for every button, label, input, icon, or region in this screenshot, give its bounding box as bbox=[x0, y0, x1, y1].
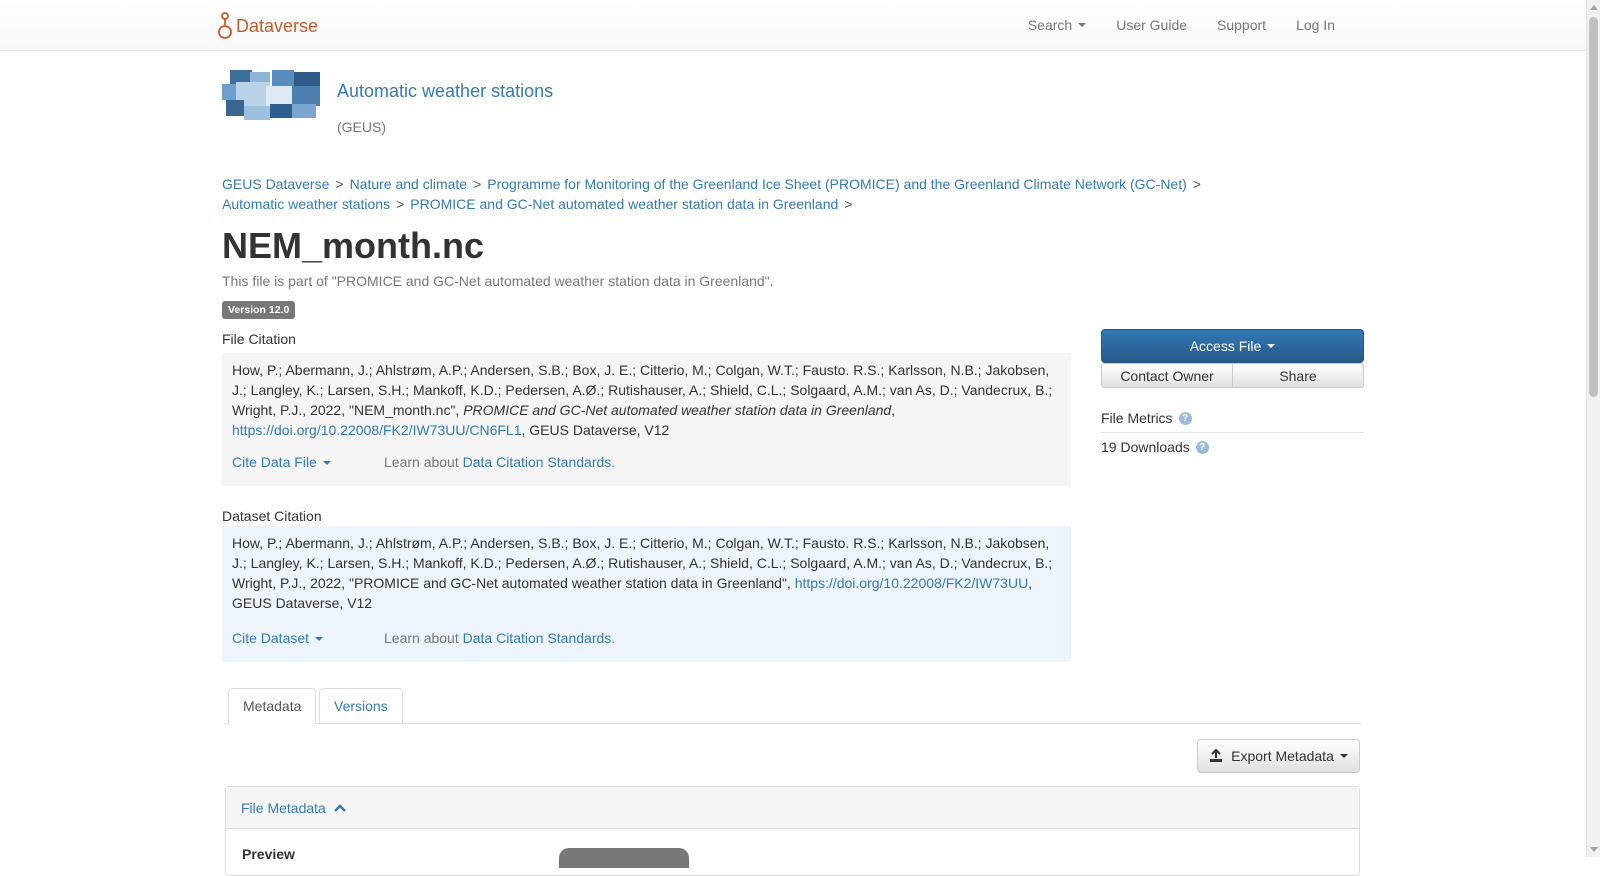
dataset-citation-actions: Cite Dataset Learn about Data Citation S… bbox=[232, 628, 615, 648]
learn-about-prefix: Learn about bbox=[384, 630, 463, 646]
export-metadata-label: Export Metadata bbox=[1231, 748, 1334, 764]
preview-image bbox=[559, 848, 689, 868]
breadcrumb: GEUS Dataverse > Nature and climate > Progra… bbox=[222, 174, 1222, 214]
breadcrumb-separator: > bbox=[335, 176, 344, 192]
file-doi-link[interactable]: https://doi.org/10.22008/FK2/IW73UU/CN6F… bbox=[232, 422, 521, 438]
data-citation-standards-link[interactable]: Data Citation Standards. bbox=[463, 454, 616, 470]
file-citation-label: File Citation bbox=[222, 331, 296, 347]
dataverse-logo-icon bbox=[218, 12, 232, 39]
support-link[interactable]: Support bbox=[1217, 17, 1266, 33]
cite-data-file-label: Cite Data File bbox=[232, 454, 317, 470]
file-citation-box: How, P.; Abermann, J.; Ahlstrøm, A.P.; A… bbox=[222, 353, 1071, 486]
cite-data-file-button[interactable]: Cite Data File bbox=[232, 452, 331, 472]
preview-label: Preview bbox=[242, 846, 295, 862]
page-scrollbar[interactable] bbox=[1586, 0, 1600, 857]
dataverse-affiliation: (GEUS) bbox=[337, 119, 386, 135]
file-metrics-label: File Metrics bbox=[1101, 410, 1173, 426]
file-citation-text: How, P.; Abermann, J.; Ahlstrøm, A.P.; A… bbox=[232, 360, 1061, 440]
search-menu[interactable]: Search bbox=[1027, 17, 1087, 33]
downloads-count: 19 Downloads ? bbox=[1101, 439, 1209, 455]
breadcrumb-item-promice-programme[interactable]: Programme for Monitoring of the Greenlan… bbox=[487, 176, 1187, 192]
scroll-up-icon[interactable] bbox=[1590, 5, 1598, 10]
caret-down-icon bbox=[1339, 754, 1348, 758]
cite-dataset-label: Cite Dataset bbox=[232, 630, 310, 646]
navbar-links: Search User Guide Support Log In bbox=[998, 0, 1335, 50]
caret-down-icon bbox=[322, 461, 331, 466]
file-citation-actions: Cite Data File Learn about Data Citation… bbox=[232, 452, 615, 472]
brand-link[interactable]: Dataverse bbox=[218, 11, 318, 41]
breadcrumb-separator: > bbox=[396, 196, 405, 212]
search-menu-label: Search bbox=[1027, 17, 1073, 33]
breadcrumb-separator: > bbox=[1192, 176, 1201, 192]
caret-down-icon bbox=[1267, 344, 1276, 348]
access-file-label: Access File bbox=[1189, 338, 1262, 354]
learn-about-text: Learn about Data Citation Standards. bbox=[384, 628, 615, 648]
share-button[interactable]: Share bbox=[1233, 363, 1364, 388]
file-metadata-label: File Metadata bbox=[241, 799, 326, 816]
learn-about-prefix: Learn about bbox=[384, 454, 463, 470]
tab-versions[interactable]: Versions bbox=[319, 688, 403, 724]
dataset-citation-box: How, P.; Abermann, J.; Ahlstrøm, A.P.; A… bbox=[222, 526, 1071, 662]
file-metadata-panel: File Metadata Preview bbox=[225, 786, 1360, 876]
file-citation-suffix: , GEUS Dataverse, V12 bbox=[521, 422, 670, 438]
downloads-label: 19 Downloads bbox=[1101, 439, 1190, 455]
dataverse-logo-image[interactable] bbox=[222, 70, 322, 120]
breadcrumb-item-automatic-weather-stations[interactable]: Automatic weather stations bbox=[222, 196, 390, 212]
dataset-doi-link[interactable]: https://doi.org/10.22008/FK2/IW73UU bbox=[795, 575, 1028, 591]
export-icon bbox=[1210, 749, 1223, 762]
scrollbar-thumb[interactable] bbox=[1589, 17, 1598, 397]
export-metadata-button[interactable]: Export Metadata bbox=[1197, 739, 1360, 773]
caret-down-icon bbox=[315, 637, 324, 642]
breadcrumb-separator: > bbox=[844, 196, 853, 212]
login-link[interactable]: Log In bbox=[1296, 17, 1335, 33]
chevron-up-icon bbox=[333, 803, 346, 812]
owner-share-group: Contact Owner Share bbox=[1101, 363, 1364, 388]
question-circle-icon[interactable]: ? bbox=[1178, 411, 1192, 425]
breadcrumb-separator: > bbox=[473, 176, 482, 192]
file-citation-dataset-title: PROMICE and GC-Net automated weather sta… bbox=[463, 402, 892, 418]
learn-about-text: Learn about Data Citation Standards. bbox=[384, 452, 615, 472]
access-file-button[interactable]: Access File bbox=[1101, 329, 1364, 363]
version-badge: Version 12.0 bbox=[222, 301, 296, 319]
file-tabs: Metadata Versions bbox=[225, 688, 1361, 724]
data-citation-standards-link[interactable]: Data Citation Standards. bbox=[463, 630, 616, 646]
brand-label: Dataverse bbox=[236, 15, 319, 36]
breadcrumb-item-geus-dataverse[interactable]: GEUS Dataverse bbox=[222, 176, 329, 192]
dataset-citation-label: Dataset Citation bbox=[222, 508, 322, 524]
caret-down-icon bbox=[1078, 23, 1087, 27]
file-metadata-heading[interactable]: File Metadata bbox=[226, 787, 1359, 829]
breadcrumb-item-nature-and-climate[interactable]: Nature and climate bbox=[350, 176, 468, 192]
cite-dataset-button[interactable]: Cite Dataset bbox=[232, 628, 324, 648]
question-circle-icon[interactable]: ? bbox=[1195, 440, 1209, 454]
scroll-down-icon[interactable] bbox=[1590, 847, 1598, 852]
file-citation-comma: , bbox=[891, 402, 896, 418]
page-title: NEM_month.nc bbox=[222, 225, 485, 266]
file-metrics-heading: File Metrics ? bbox=[1101, 410, 1364, 433]
breadcrumb-item-dataset[interactable]: PROMICE and GC-Net automated weather sta… bbox=[410, 196, 838, 212]
tab-metadata[interactable]: Metadata bbox=[228, 688, 317, 724]
file-part-of-text: This file is part of "PROMICE and GC-Net… bbox=[222, 273, 774, 289]
dataset-citation-text: How, P.; Abermann, J.; Ahlstrøm, A.P.; A… bbox=[232, 533, 1061, 613]
top-navbar: Dataverse Search User Guide Support Log … bbox=[0, 0, 1586, 51]
user-guide-link[interactable]: User Guide bbox=[1116, 17, 1187, 33]
dataverse-name-link[interactable]: Automatic weather stations bbox=[337, 81, 553, 102]
contact-owner-button[interactable]: Contact Owner bbox=[1101, 363, 1233, 388]
